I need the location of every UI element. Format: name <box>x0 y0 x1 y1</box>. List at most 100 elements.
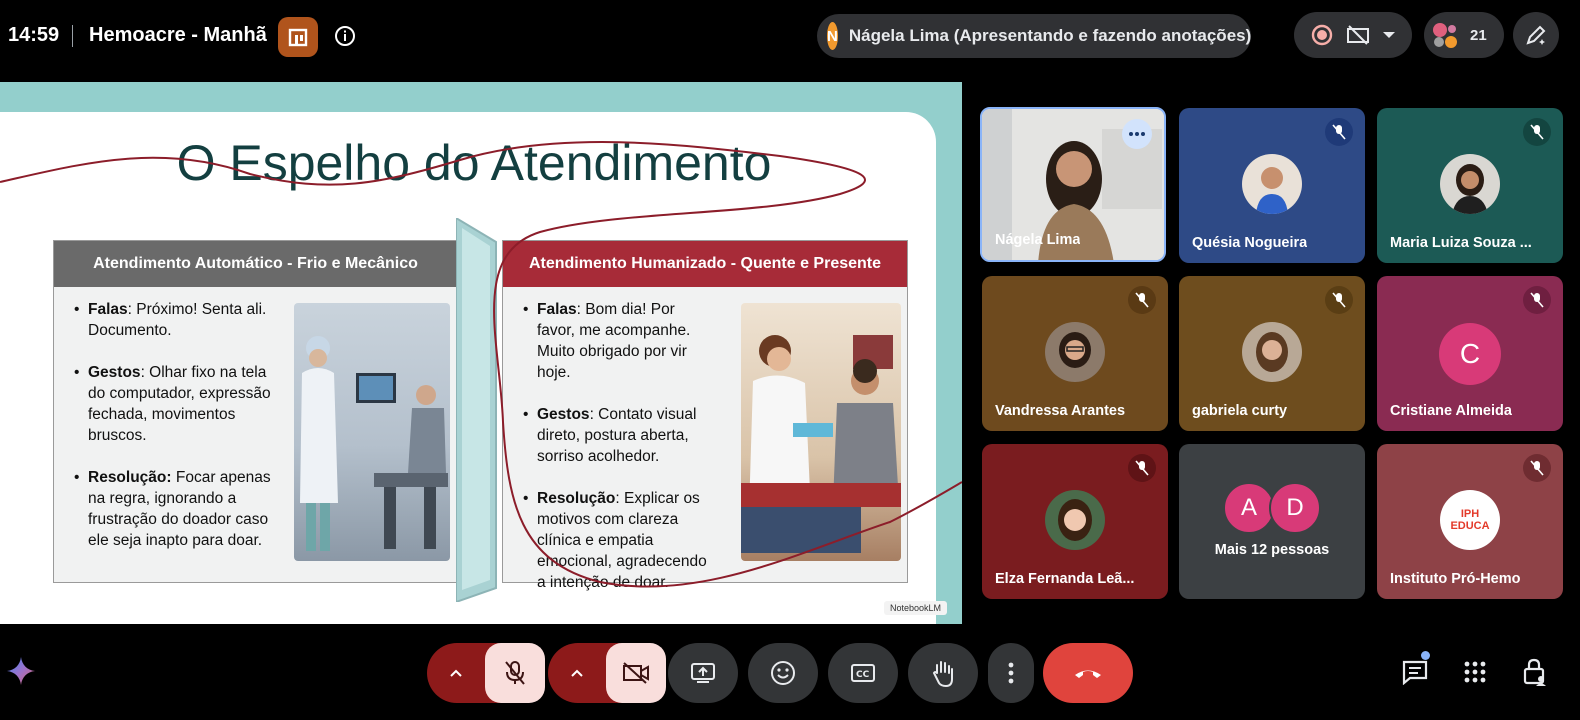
reactions-button[interactable] <box>748 643 818 703</box>
clock-time: 14:59 <box>8 24 60 46</box>
participant-name: Instituto Pró-Hemo <box>1390 571 1521 587</box>
bullet-label: Gestos <box>88 364 141 381</box>
bullet-label: Falas <box>537 301 577 318</box>
participant-tile-nagela[interactable]: Nágela Lima <box>980 107 1166 262</box>
top-bar: 14:59 Hemoacre - Manhã N Nágela Lima (Ap… <box>0 0 1580 72</box>
activities-button[interactable] <box>1458 655 1492 689</box>
automatic-service-panel: Atendimento Automático - Frio e Mecânico… <box>53 240 458 583</box>
avatar: A <box>1223 482 1275 534</box>
avatar: C <box>1439 323 1501 385</box>
participant-name: Nágela Lima <box>995 232 1081 248</box>
avatar <box>1045 322 1105 382</box>
more-options-icon[interactable] <box>1122 119 1152 149</box>
activity-icon[interactable] <box>278 17 318 57</box>
mic-off-icon <box>1523 118 1551 146</box>
more-participants-tile[interactable]: A D Mais 12 pessoas <box>1179 444 1365 599</box>
record-icon <box>1311 24 1332 46</box>
lock-person-icon <box>1523 658 1546 686</box>
mic-off-icon <box>1325 118 1353 146</box>
bullet-label: Resolução <box>537 490 616 507</box>
bullet-item: Gestos: Contato visual direto, postura a… <box>513 404 713 467</box>
audio-options-chevron-up-icon[interactable] <box>427 643 485 703</box>
bullet-item: Falas: Bom dia! Por favor, me acompanhe.… <box>513 299 713 383</box>
mic-off-icon <box>1128 454 1156 482</box>
camera-control <box>548 643 666 703</box>
call-end-icon <box>1075 670 1101 678</box>
presenter-avatar: N <box>827 22 838 50</box>
info-icon[interactable] <box>333 24 357 48</box>
host-controls-button[interactable] <box>1518 655 1552 689</box>
chevron-down-icon <box>1383 32 1396 38</box>
more-vert-icon <box>1008 662 1014 684</box>
iph-educa-logo: IPH EDUCA <box>1440 490 1500 550</box>
camera-toggle-button[interactable] <box>606 643 666 703</box>
participant-tile-quesia[interactable]: Quésia Nogueira <box>1179 108 1365 263</box>
participant-tile-gabriela[interactable]: gabriela curty <box>1179 276 1365 431</box>
video-options-chevron-up-icon[interactable] <box>548 643 606 703</box>
chat-icon <box>1402 660 1428 685</box>
clinic-photo-warm <box>741 303 901 561</box>
mirror-divider <box>456 218 497 602</box>
mic-off-icon <box>1523 454 1551 482</box>
avatar: D <box>1269 482 1321 534</box>
apps-grid-icon <box>1464 661 1486 683</box>
slide-title: O Espelho do Atendimento <box>176 135 772 191</box>
bullet-label: Resolução: <box>88 469 172 486</box>
mic-off-icon <box>1325 286 1353 314</box>
annotate-button[interactable] <box>1513 12 1559 58</box>
hand-icon <box>932 661 953 687</box>
clinic-photo-cold <box>294 303 450 561</box>
bullet-label: Gestos <box>537 406 590 423</box>
meeting-title: Hemoacre - Manhã <box>89 24 267 46</box>
panel-heading: Atendimento Humanizado - Quente e Presen… <box>503 241 907 287</box>
mic-off-icon <box>1128 286 1156 314</box>
leave-call-button[interactable] <box>1043 643 1133 703</box>
more-options-button[interactable] <box>988 643 1034 703</box>
participants-button[interactable]: 21 <box>1424 12 1504 58</box>
microphone-control <box>427 643 545 703</box>
camera-off-icon <box>1346 25 1369 45</box>
mic-toggle-button[interactable] <box>485 643 545 703</box>
participant-tile-vandressa[interactable]: Vandressa Arantes <box>982 276 1168 431</box>
pen-sparkle-icon <box>1526 25 1546 45</box>
participant-name: gabriela curty <box>1192 403 1288 419</box>
participant-name: Maria Luiza Souza ... <box>1390 235 1532 251</box>
captions-icon: CC <box>851 664 875 682</box>
participant-name: Vandressa Arantes <box>995 403 1126 419</box>
bullet-list: Falas: Próximo! Senta ali. Documento. Ge… <box>64 299 282 572</box>
notebooklm-watermark: NotebookLM <box>884 601 948 615</box>
more-avatars: A D <box>1223 482 1323 536</box>
bullet-item: Gestos: Olhar fixo na tela do computador… <box>64 362 282 446</box>
panel-heading: Atendimento Automático - Frio e Mecânico <box>54 241 457 287</box>
participant-count: 21 <box>1470 26 1487 44</box>
bullet-label: Falas <box>88 301 128 318</box>
camera-off-icon <box>623 662 649 684</box>
captions-button[interactable]: CC <box>828 643 898 703</box>
bullet-list: Falas: Bom dia! Por favor, me acompanhe.… <box>513 299 713 614</box>
participant-avatars-icon <box>1433 23 1457 48</box>
participant-tile-maria[interactable]: Maria Luiza Souza ... <box>1377 108 1563 263</box>
emoji-icon <box>771 661 795 685</box>
bullet-item: Falas: Próximo! Senta ali. Documento. <box>64 299 282 341</box>
presenter-indicator[interactable]: N Nágela Lima (Apresentando e fazendo an… <box>817 14 1251 58</box>
gemini-icon[interactable] <box>3 653 39 689</box>
participant-tile-elza[interactable]: Elza Fernanda Leã... <box>982 444 1168 599</box>
participant-name: Quésia Nogueira <box>1192 235 1308 251</box>
avatar <box>1440 154 1500 214</box>
recording-controls[interactable] <box>1294 12 1412 58</box>
present-screen-button[interactable] <box>668 643 738 703</box>
participant-tile-instituto[interactable]: IPH EDUCA Instituto Pró-Hemo <box>1377 444 1563 599</box>
chat-button[interactable] <box>1398 651 1432 689</box>
raise-hand-button[interactable] <box>908 643 978 703</box>
avatar <box>1242 154 1302 214</box>
participant-name: Cristiane Almeida <box>1390 403 1512 419</box>
participant-tile-cristiane[interactable]: C Cristiane Almeida <box>1377 276 1563 431</box>
presenter-label: Nágela Lima (Apresentando e fazendo anot… <box>848 26 1252 45</box>
present-screen-icon <box>691 663 715 683</box>
notification-dot <box>1421 651 1430 660</box>
avatar <box>1045 490 1105 550</box>
humanized-service-panel: Atendimento Humanizado - Quente e Presen… <box>502 240 908 591</box>
bullet-item: Resolução: Explicar os motivos com clare… <box>513 488 713 593</box>
avatar <box>1242 322 1302 382</box>
mic-off-icon <box>505 661 525 685</box>
